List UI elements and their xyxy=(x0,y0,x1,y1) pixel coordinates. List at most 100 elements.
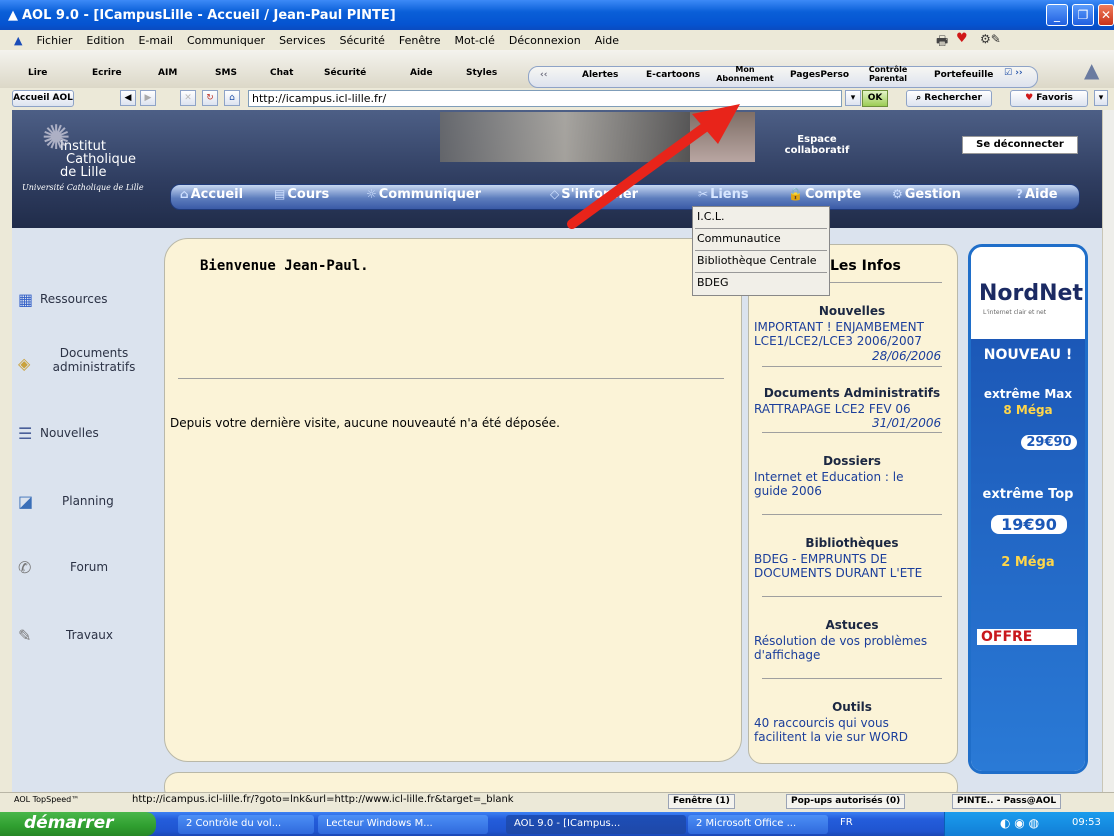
search-label: Rechercher xyxy=(924,93,982,103)
tools-icon[interactable]: ⚙✎ xyxy=(980,32,1001,46)
toolbar-mon-abonnement[interactable]: Mon Abonnement xyxy=(716,65,774,83)
forward-icon[interactable]: ▶ xyxy=(140,90,156,106)
popups-button[interactable]: Pop-ups autorisés (0) xyxy=(786,794,906,809)
ad-mega-2: 2 Méga xyxy=(1001,555,1055,570)
minimize-button[interactable]: _ xyxy=(1046,4,1068,26)
url-dropdown-icon[interactable]: ▾ xyxy=(845,90,861,106)
ad-max-speed: 8 Méga xyxy=(1003,403,1053,417)
toolbar-controle-parental[interactable]: Contrôle Parental xyxy=(864,65,912,83)
page-scrollbar[interactable] xyxy=(1102,110,1114,792)
logout-button[interactable]: Se déconnecter xyxy=(962,136,1078,154)
nav-communiquer[interactable]: ☼ Communiquer xyxy=(366,187,481,202)
ad-nouveau: NOUVEAU ! xyxy=(983,347,1073,363)
menu-securite[interactable]: Sécurité xyxy=(339,34,384,47)
toolbar-chat[interactable]: Chat xyxy=(270,68,293,78)
sidebar-forum[interactable]: ✆ Forum xyxy=(18,558,108,577)
task-lecteur-windows[interactable]: Lecteur Windows M... xyxy=(318,815,488,834)
aol-logo-icon: ▲ xyxy=(8,7,18,23)
nav-aide[interactable]: ? Aide xyxy=(1016,187,1058,202)
window-title: AOL 9.0 - [ICampusLille - Accueil / Jean… xyxy=(22,7,396,23)
language-indicator[interactable]: FR xyxy=(840,817,853,828)
accueil-aol-button[interactable]: Accueil AOL xyxy=(12,90,74,107)
pass-aol-button[interactable]: PINTE.. - Pass@AOL xyxy=(952,794,1062,809)
dropdown-item-bibliotheque[interactable]: Bibliothèque Centrale xyxy=(695,251,827,273)
toolbar-securite[interactable]: Sécurité xyxy=(324,68,366,78)
stop-icon[interactable]: ✕ xyxy=(180,90,196,106)
info-divider xyxy=(762,678,942,679)
sidebar-nouvelles[interactable]: ☰ Nouvelles xyxy=(18,424,99,443)
toolbar-alertes[interactable]: Alertes xyxy=(582,70,618,80)
blocks-icon: ▦ xyxy=(18,290,34,309)
ad-price-2: 19€90 xyxy=(991,515,1067,534)
toolbar-lire[interactable]: Lire xyxy=(28,68,47,78)
info-link-dossiers[interactable]: Internet et Education : le guide 2006 xyxy=(754,470,934,498)
nav-compte-label: Compte xyxy=(804,187,862,202)
task-microsoft-office[interactable]: 2 Microsoft Office ... xyxy=(688,815,828,834)
menu-aide[interactable]: Aide xyxy=(595,34,619,47)
icl-logo[interactable]: ✺ Institut Catholique de Lille Universit… xyxy=(22,121,162,194)
arrow-head xyxy=(692,104,740,144)
home-icon[interactable]: ⌂ xyxy=(224,90,240,106)
task-controle-vol[interactable]: 2 Contrôle du vol... xyxy=(178,815,314,834)
forum-icon: ✆ xyxy=(18,558,32,577)
sidebar-planning[interactable]: ◪ Planning xyxy=(18,492,114,511)
info-link-nouvelles[interactable]: IMPORTANT ! ENJAMBEMENT LCE1/LCE2/LCE3 2… xyxy=(754,320,950,348)
info-heading-documents: Documents Administratifs xyxy=(763,386,941,400)
info-date-nouvelles: 28/06/2006 xyxy=(872,349,942,363)
nav-accueil[interactable]: ⌂ Accueil xyxy=(180,187,243,202)
favorites-button[interactable]: ♥ Favoris xyxy=(1010,90,1088,107)
info-heading-astuces: Astuces xyxy=(825,618,879,632)
nav-cours[interactable]: ▤ Cours xyxy=(274,187,329,202)
menu-communiquer[interactable]: Communiquer xyxy=(187,34,265,47)
gears-icon: ⚙ xyxy=(892,187,903,201)
sidebar-travaux[interactable]: ✎ Travaux xyxy=(18,626,113,645)
nav-communiquer-label: Communiquer xyxy=(378,187,482,202)
espace-collaboratif: Espace collaboratif xyxy=(784,134,850,156)
toolbar-styles[interactable]: Styles xyxy=(466,68,497,78)
menu-fichier[interactable]: Fichier xyxy=(36,34,72,47)
info-link-outils[interactable]: 40 raccourcis qui vous facilitent la vie… xyxy=(754,716,934,744)
nordnet-ad[interactable]: NordNet L'internet clair et net NOUVEAU … xyxy=(968,244,1088,774)
search-button[interactable]: ⌕ Rechercher xyxy=(906,90,992,107)
info-link-bibliotheques[interactable]: BDEG - EMPRUNTS DE DOCUMENTS DURANT L'ET… xyxy=(754,552,934,580)
maximize-button[interactable]: ❐ xyxy=(1072,4,1094,26)
close-button[interactable]: ✕ xyxy=(1098,4,1114,26)
info-heading-bibliotheques: Bibliothèques xyxy=(805,536,899,550)
menu-email[interactable]: E-mail xyxy=(138,34,173,47)
sidebar-ressources[interactable]: ▦ Ressources xyxy=(18,290,108,309)
nav-gestion[interactable]: ⚙ Gestion xyxy=(892,187,961,202)
info-link-documents[interactable]: RATTRAPAGE LCE2 FEV 06 xyxy=(754,402,950,416)
menu-deconnexion[interactable]: Déconnexion xyxy=(509,34,581,47)
toolbar-ecartoons[interactable]: E-cartoons xyxy=(646,70,700,80)
toolbar-scroll-left-icon[interactable]: ‹‹ xyxy=(540,70,547,80)
start-button[interactable]: démarrer xyxy=(0,812,156,836)
tray-icons[interactable]: ◐ ◉ ◍ xyxy=(1000,816,1039,830)
menu-services[interactable]: Services xyxy=(279,34,325,47)
sidebar-documents[interactable]: ◈ Documents administratifs xyxy=(18,346,148,374)
toolbar-sms[interactable]: SMS xyxy=(215,68,237,78)
toolbar-more-icon[interactable]: ☑ ›› xyxy=(1004,68,1023,78)
menu-edition[interactable]: Edition xyxy=(86,34,124,47)
toolbar-portefeuille[interactable]: Portefeuille xyxy=(934,70,993,80)
window-count-button[interactable]: Fenêtre (1) xyxy=(668,794,735,809)
toolbar-ecrire[interactable]: Ecrire xyxy=(92,68,122,78)
toolbar-aide[interactable]: Aide xyxy=(410,68,433,78)
favorites-dropdown-icon[interactable]: ▾ xyxy=(1094,90,1108,106)
back-icon[interactable]: ◀ xyxy=(120,90,136,106)
refresh-icon[interactable]: ↻ xyxy=(202,90,218,106)
ok-button[interactable]: OK xyxy=(862,90,888,107)
task-aol[interactable]: AOL 9.0 - [ICampus... xyxy=(506,815,686,834)
toolbar-aim[interactable]: AIM xyxy=(158,68,177,78)
menu-fenetre[interactable]: Fenêtre xyxy=(399,34,441,47)
toolbar-pagesperso[interactable]: PagesPerso xyxy=(790,70,849,80)
info-icon: ◇ xyxy=(550,187,560,201)
url-input[interactable]: http://icampus.icl-lille.fr/ xyxy=(248,90,842,107)
info-link-astuces[interactable]: Résolution de vos problèmes d'affichage xyxy=(754,634,950,662)
heart-icon[interactable]: ♥ xyxy=(956,31,968,46)
menu-mot-cle[interactable]: Mot-clé xyxy=(455,34,495,47)
nav-compte[interactable]: 🔒 Compte xyxy=(788,187,861,202)
dropdown-item-bdeg[interactable]: BDEG xyxy=(695,273,827,295)
pen-icon: ✎ xyxy=(18,626,32,645)
sidebar-ressources-label: Ressources xyxy=(40,292,108,306)
no-news-message: Depuis votre dernière visite, aucune nou… xyxy=(170,416,560,430)
